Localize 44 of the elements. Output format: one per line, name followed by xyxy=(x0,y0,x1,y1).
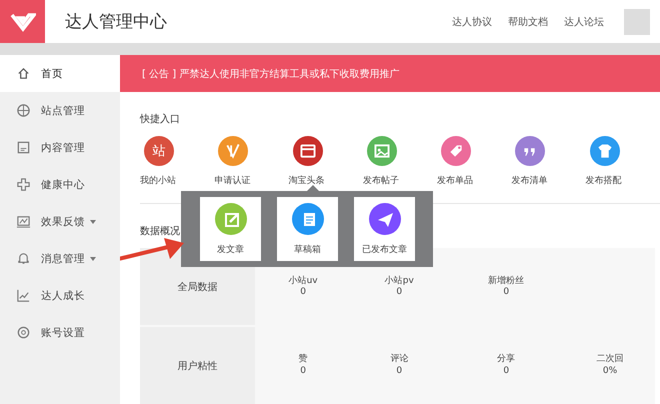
stat-cell: 小站pv 0 xyxy=(384,276,414,298)
sidebar-item[interactable]: 消息管理 xyxy=(0,240,120,277)
quick-entry-item[interactable]: 发布清单 xyxy=(511,136,586,187)
section-title: 快捷入口 xyxy=(140,112,181,126)
quick-entry-item[interactable]: 发布单品 xyxy=(437,136,512,187)
stat-cell: 二次回 0% xyxy=(596,354,624,377)
announcement-banner: [ 公告 ] 严禁达人使用非官方结算工具或私下收取费用推广 xyxy=(120,55,660,92)
popover-option[interactable]: 草稿箱 xyxy=(277,197,338,261)
stat-cell: 赞 0 xyxy=(298,354,308,377)
home-icon xyxy=(16,66,31,81)
sidebar-item[interactable]: 账号设置 xyxy=(0,314,120,351)
bell-icon xyxy=(16,251,31,266)
quick-entry-item[interactable]: 站 我的小站 xyxy=(140,136,214,187)
entry-icon: 站 xyxy=(144,136,174,166)
sidebar-item[interactable]: 达人成长 xyxy=(0,277,120,314)
sidebar-item[interactable]: 首页 xyxy=(0,55,120,92)
popover-option[interactable]: 已发布文章 xyxy=(354,197,415,261)
sidebar-item[interactable]: 站点管理 xyxy=(0,92,120,129)
stat-cell: 新增粉丝 0 xyxy=(488,276,524,298)
globe-icon xyxy=(16,103,31,118)
section-title: 数据概况 xyxy=(140,224,181,238)
row-label: 用户粘性 xyxy=(140,326,255,404)
quick-entry-item[interactable]: 发布帖子 xyxy=(362,136,438,187)
header-link[interactable]: 达人协议 xyxy=(452,14,492,28)
quick-entry-item[interactable]: 申请认证 xyxy=(214,136,289,187)
header-link[interactable]: 帮助文档 xyxy=(508,14,548,28)
stat-cell: 评论 0 xyxy=(390,354,408,377)
sidebar-item[interactable]: 效果反馈 xyxy=(0,203,120,240)
trend-icon xyxy=(16,288,31,303)
chart-icon xyxy=(16,214,31,229)
settings-icon xyxy=(16,325,31,340)
logo-icon xyxy=(0,0,45,43)
stat-cell: 分享 0 xyxy=(497,354,516,377)
sidebar-item[interactable]: 健康中心 xyxy=(0,166,120,203)
avatar[interactable] xyxy=(624,8,650,34)
popover-option[interactable]: 发文章 xyxy=(200,197,261,261)
quick-entry-item[interactable]: 淘宝头条 xyxy=(288,136,363,187)
quick-entry-item[interactable]: 发布搭配 xyxy=(586,136,660,187)
document-icon xyxy=(16,140,31,155)
app-title: 达人管理中心 xyxy=(65,11,168,33)
sidebar-item[interactable]: 内容管理 xyxy=(0,129,120,166)
cross-icon xyxy=(16,177,31,192)
header-link[interactable]: 达人论坛 xyxy=(564,14,604,28)
stat-cell: 小站uv 0 xyxy=(288,276,318,298)
